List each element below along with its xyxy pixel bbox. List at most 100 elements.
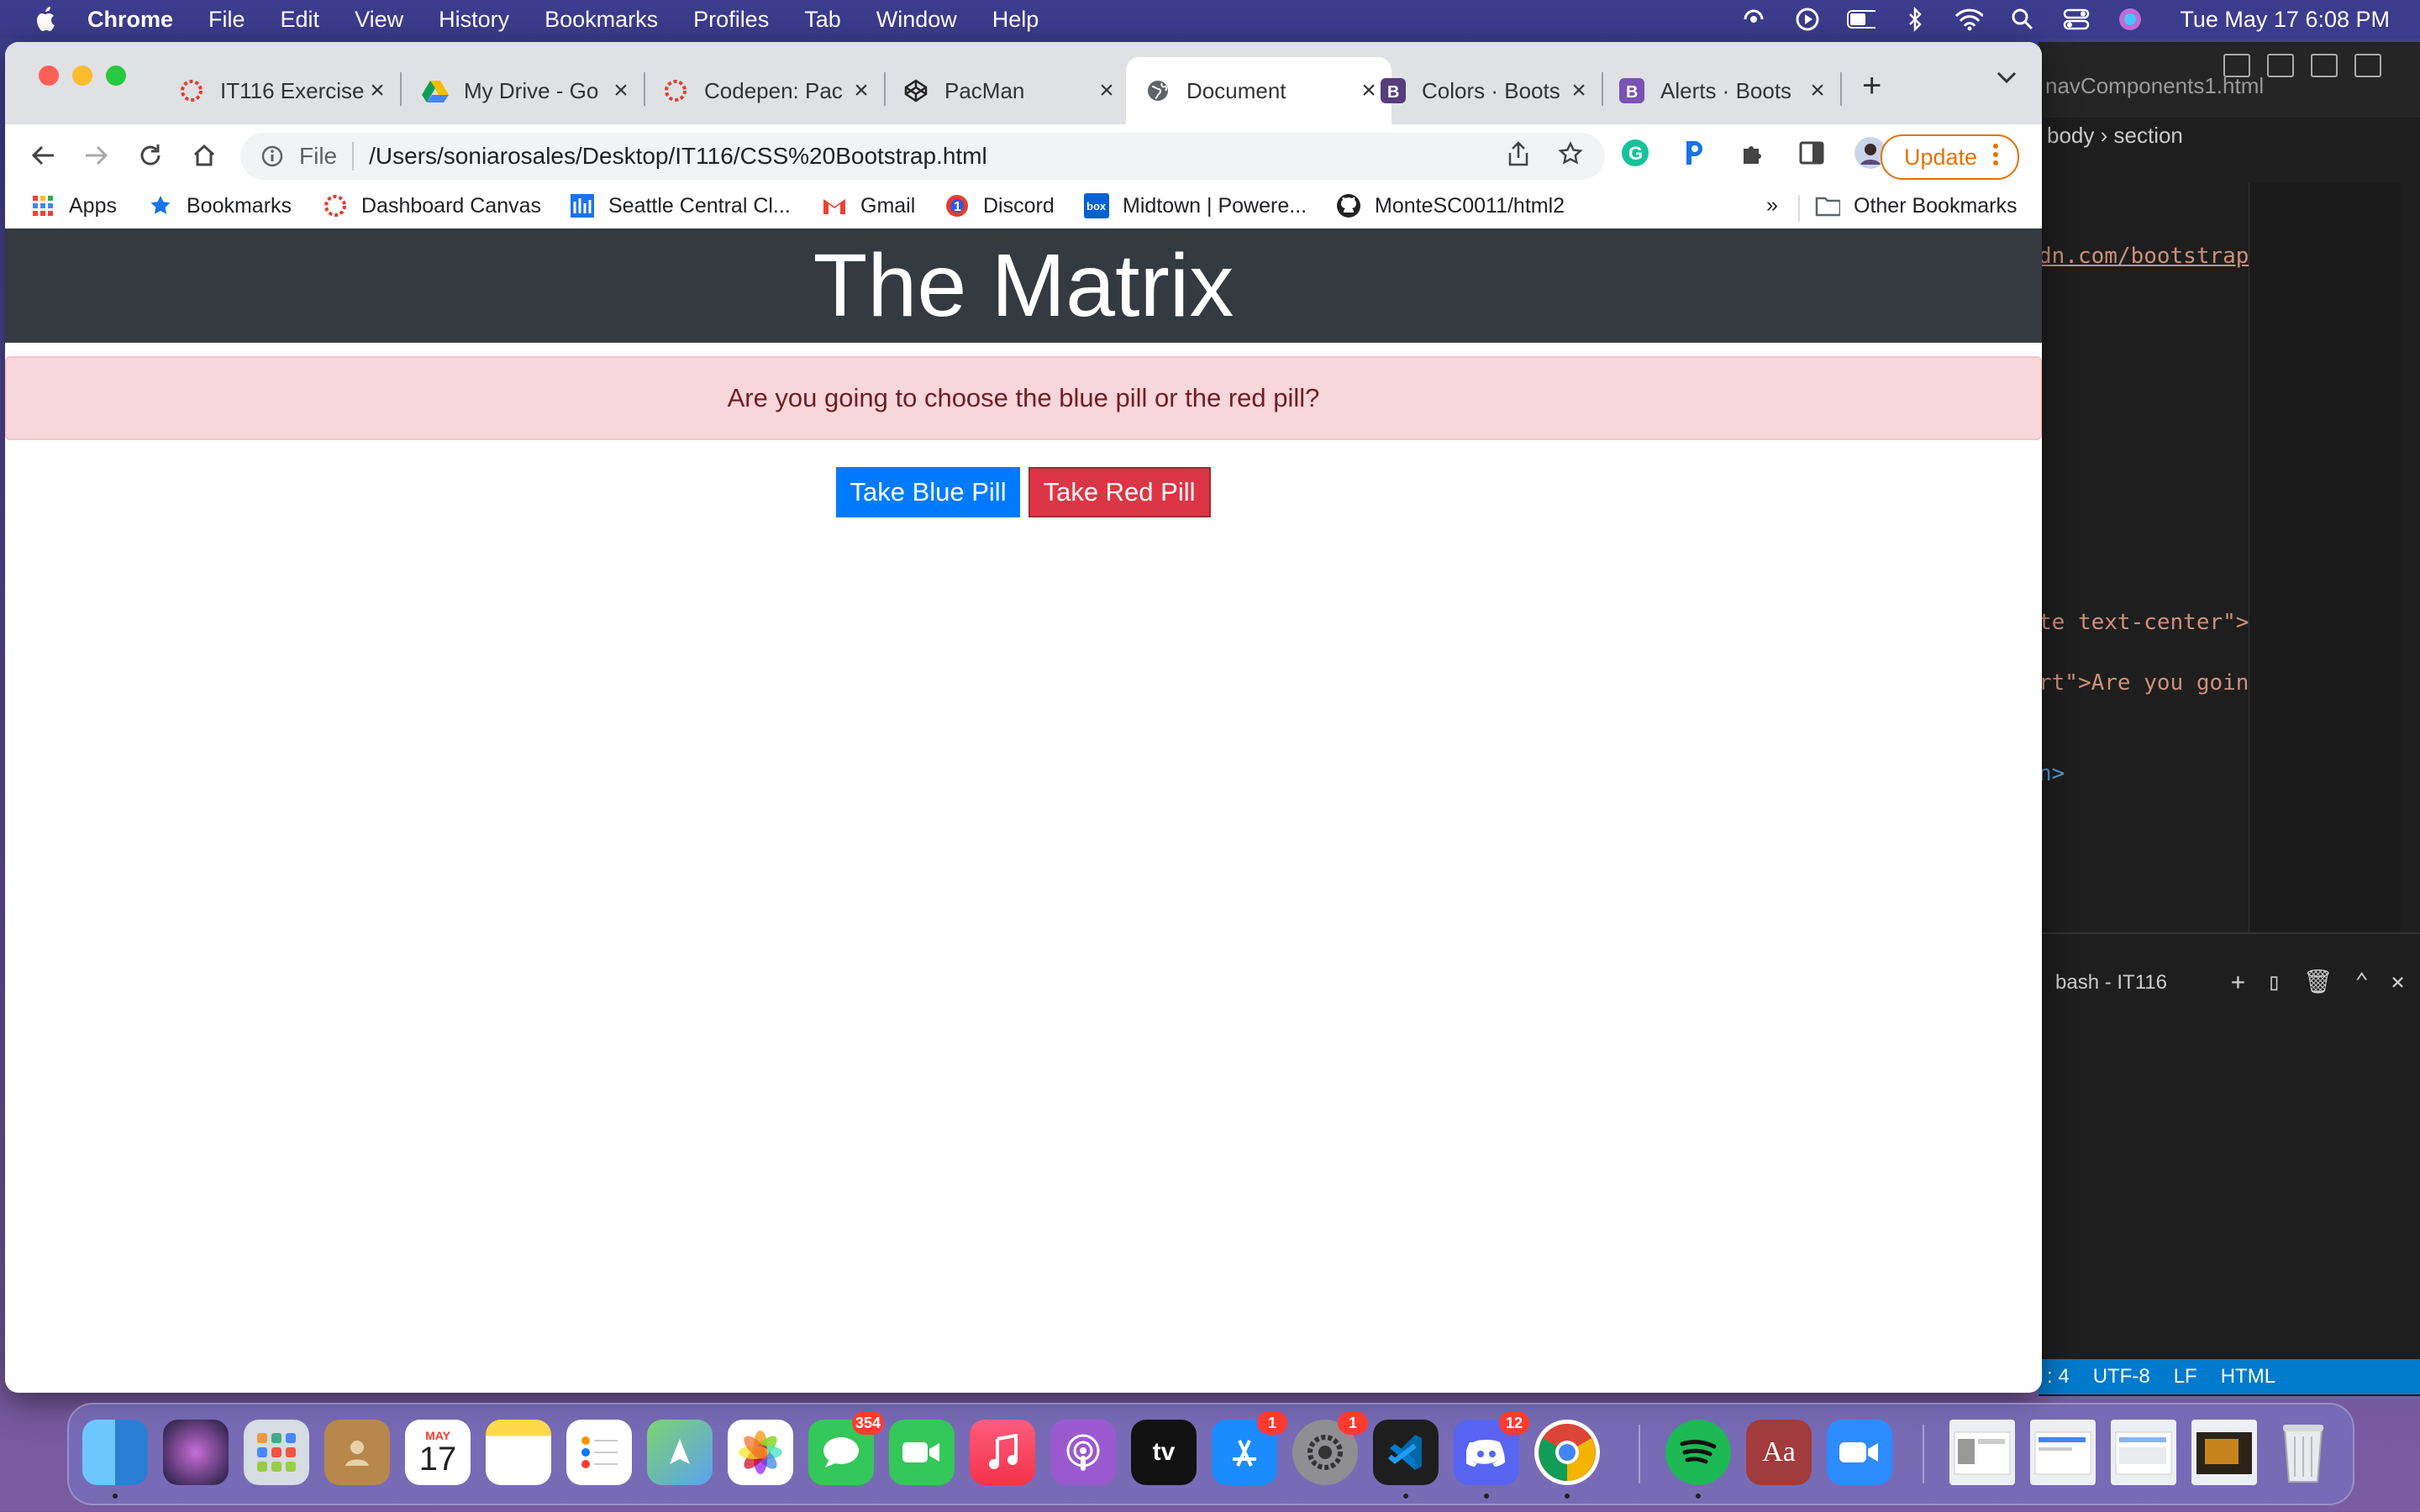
finder-icon[interactable] xyxy=(82,1420,148,1499)
recent-window-thumbnail[interactable] xyxy=(2191,1420,2257,1485)
pocket-extension-icon[interactable] xyxy=(1677,136,1711,170)
airdrop-icon[interactable] xyxy=(1739,5,1768,34)
vscode-icon[interactable] xyxy=(1373,1420,1439,1499)
apple-tv-icon[interactable]: tv xyxy=(1131,1420,1197,1485)
close-tab-icon[interactable]: × xyxy=(1094,78,1119,103)
bookmark-star-icon[interactable] xyxy=(1558,140,1583,172)
chrome-app-icon[interactable] xyxy=(1534,1420,1600,1499)
breadcrumb-body[interactable]: body xyxy=(2047,123,2094,148)
home-button[interactable] xyxy=(187,138,222,173)
music-icon[interactable] xyxy=(970,1420,1035,1485)
discord-app-icon[interactable]: 12 xyxy=(1454,1411,1529,1499)
siri-app-icon[interactable] xyxy=(163,1420,229,1485)
reload-button[interactable] xyxy=(133,138,168,173)
new-tab-button[interactable]: + xyxy=(1862,67,1881,105)
split-terminal-icon[interactable]: ▯ xyxy=(2267,968,2281,995)
chevron-up-icon[interactable]: ⌃ xyxy=(2354,968,2369,995)
bookmark-bookmarks[interactable]: Bookmarks xyxy=(148,193,292,218)
bookmark-midtown[interactable]: box Midtown | Powere... xyxy=(1084,193,1307,218)
menu-window[interactable]: Window xyxy=(876,7,957,33)
launchpad-icon[interactable] xyxy=(244,1420,309,1485)
siri-icon[interactable] xyxy=(2116,5,2144,34)
url-text[interactable]: /Users/soniarosales/Desktop/IT116/CSS%20… xyxy=(369,143,987,170)
control-center-icon[interactable] xyxy=(2062,5,2091,34)
status-eol[interactable]: LF xyxy=(2174,1365,2197,1389)
maximize-window-button[interactable] xyxy=(106,66,126,86)
forward-button[interactable] xyxy=(79,138,114,173)
status-language[interactable]: HTML xyxy=(2221,1365,2275,1389)
close-tab-icon[interactable]: × xyxy=(1805,78,1830,103)
bookmark-dashboard-canvas[interactable]: Dashboard Canvas xyxy=(323,193,541,218)
menu-file[interactable]: File xyxy=(208,7,245,33)
bookmark-seattle-central[interactable]: Seattle Central Cl... xyxy=(570,193,791,218)
secondary-sidebar-toggle-icon[interactable] xyxy=(2311,54,2338,77)
panel-toggle-icon[interactable] xyxy=(2267,54,2294,77)
facetime-icon[interactable] xyxy=(889,1420,955,1485)
reminders-icon[interactable] xyxy=(566,1420,632,1485)
close-tab-icon[interactable]: × xyxy=(849,78,874,103)
close-tab-icon[interactable]: × xyxy=(1566,78,1591,103)
bookmark-github-repo[interactable]: MonteSC0011/html2 xyxy=(1336,193,1565,218)
take-blue-pill-button[interactable]: Take Blue Pill xyxy=(836,467,1020,517)
menu-edit[interactable]: Edit xyxy=(281,7,320,33)
bookmarks-overflow-button[interactable]: » xyxy=(1766,193,1778,218)
menu-bookmarks[interactable]: Bookmarks xyxy=(544,7,658,33)
menu-app-name[interactable]: Chrome xyxy=(87,7,173,33)
photos-icon[interactable] xyxy=(728,1420,793,1485)
customize-layout-icon[interactable] xyxy=(2354,54,2381,77)
bookmark-gmail[interactable]: Gmail xyxy=(822,193,915,218)
bluetooth-icon[interactable] xyxy=(1901,5,1929,34)
tab-pacman[interactable]: PacMan × xyxy=(902,57,1119,124)
close-icon[interactable]: × xyxy=(2391,968,2405,995)
trash-icon[interactable] xyxy=(2270,1420,2336,1485)
bookmark-discord[interactable]: 1 Discord xyxy=(944,193,1055,218)
update-button[interactable]: Update xyxy=(1881,134,2020,180)
menu-profiles[interactable]: Profiles xyxy=(693,7,769,33)
recent-window-thumbnail[interactable] xyxy=(2030,1420,2096,1485)
menu-view[interactable]: View xyxy=(355,7,403,33)
system-settings-icon[interactable]: 1 xyxy=(1292,1411,1368,1485)
tab-my-drive[interactable]: My Drive - Go × xyxy=(422,57,634,124)
battery-icon[interactable] xyxy=(1847,5,1876,34)
calendar-icon[interactable]: MAY 17 xyxy=(405,1420,471,1485)
grammarly-icon[interactable]: G xyxy=(1618,136,1652,170)
tab-document[interactable]: Document × xyxy=(1126,57,1392,124)
site-info-icon[interactable] xyxy=(259,143,286,170)
tab-search-icon[interactable] xyxy=(1996,71,2017,88)
side-panel-icon[interactable] xyxy=(1795,136,1828,170)
status-encoding[interactable]: UTF-8 xyxy=(2093,1365,2150,1389)
back-button[interactable] xyxy=(25,138,60,173)
tab-alerts-bootstrap[interactable]: B Alerts · Boots × xyxy=(1618,57,1830,124)
new-terminal-icon[interactable]: + xyxy=(2231,968,2245,995)
close-tab-icon[interactable]: × xyxy=(1356,78,1381,103)
close-tab-icon[interactable]: × xyxy=(365,78,390,103)
menu-clock[interactable]: Tue May 17 6:08 PM xyxy=(2180,7,2390,33)
menu-tab[interactable]: Tab xyxy=(804,7,841,33)
tab-colors-bootstrap[interactable]: B Colors · Boots × xyxy=(1380,57,1591,124)
close-window-button[interactable] xyxy=(39,66,59,86)
now-playing-icon[interactable] xyxy=(1793,5,1822,34)
menu-history[interactable]: History xyxy=(439,7,509,33)
recent-window-thumbnail[interactable] xyxy=(1949,1420,2015,1485)
app-store-icon[interactable]: 1 xyxy=(1212,1411,1287,1485)
tab-it116-exercise[interactable]: IT116 Exercise × xyxy=(178,57,390,124)
notes-icon[interactable] xyxy=(486,1420,551,1485)
trash-icon[interactable]: 🗑 xyxy=(2303,968,2333,995)
address-bar[interactable]: File /Users/soniarosales/Desktop/IT116/C… xyxy=(240,133,1605,180)
breadcrumb-section[interactable]: section xyxy=(2114,123,2183,148)
status-indent[interactable]: : 4 xyxy=(2047,1365,2070,1389)
recent-window-thumbnail[interactable] xyxy=(2111,1420,2176,1485)
sidebar-toggle-icon[interactable] xyxy=(2223,54,2250,77)
tab-codepen-pac[interactable]: Codepen: Pac × xyxy=(662,57,874,124)
menu-help[interactable]: Help xyxy=(992,7,1039,33)
maps-icon[interactable] xyxy=(647,1420,713,1485)
minimize-window-button[interactable] xyxy=(72,66,92,86)
vscode-file-tab[interactable]: navComponents1.html xyxy=(2039,73,2264,118)
terminal-title[interactable]: bash - IT116 xyxy=(2055,971,2167,995)
contacts-icon[interactable] xyxy=(324,1420,390,1485)
bookmark-other-bookmarks[interactable]: Other Bookmarks xyxy=(1815,193,2018,218)
share-icon[interactable] xyxy=(1507,140,1529,172)
bookmark-apps[interactable]: Apps xyxy=(30,193,117,218)
zoom-icon[interactable] xyxy=(1827,1420,1892,1485)
spotify-icon[interactable] xyxy=(1665,1420,1731,1499)
